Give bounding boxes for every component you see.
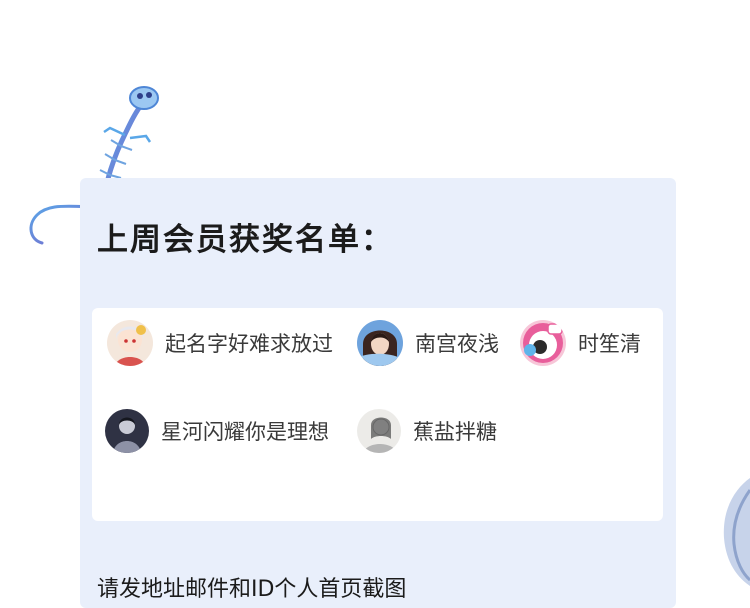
dark-portrait-avatar-icon bbox=[105, 409, 149, 453]
winner-name: 时笙清 bbox=[578, 332, 641, 356]
winner-name: 星河闪耀你是理想 bbox=[161, 420, 329, 444]
winner-name: 蕉盐拌糖 bbox=[413, 420, 497, 444]
blue-feather-icon bbox=[716, 478, 750, 590]
anime-girl-avatar-icon bbox=[107, 320, 153, 366]
winner-name: 起名字好难求放过 bbox=[165, 332, 333, 356]
winner-item[interactable]: 时笙清 bbox=[520, 320, 641, 366]
anime-character-avatar-icon bbox=[357, 320, 403, 366]
announcement-title: 上周会员获奖名单： bbox=[97, 222, 394, 258]
winner-item[interactable]: 蕉盐拌糖 bbox=[357, 409, 497, 453]
cartoon-avatar-icon bbox=[520, 320, 566, 366]
sketch-portrait-avatar-icon bbox=[357, 409, 401, 453]
winner-item[interactable]: 星河闪耀你是理想 bbox=[105, 409, 329, 453]
winner-name: 南宫夜浅 bbox=[415, 332, 499, 356]
instruction-text: 请发地址邮件和ID个人首页截图 bbox=[97, 577, 407, 602]
winner-item[interactable]: 起名字好难求放过 bbox=[107, 320, 333, 366]
winner-item[interactable]: 南宫夜浅 bbox=[357, 320, 499, 366]
